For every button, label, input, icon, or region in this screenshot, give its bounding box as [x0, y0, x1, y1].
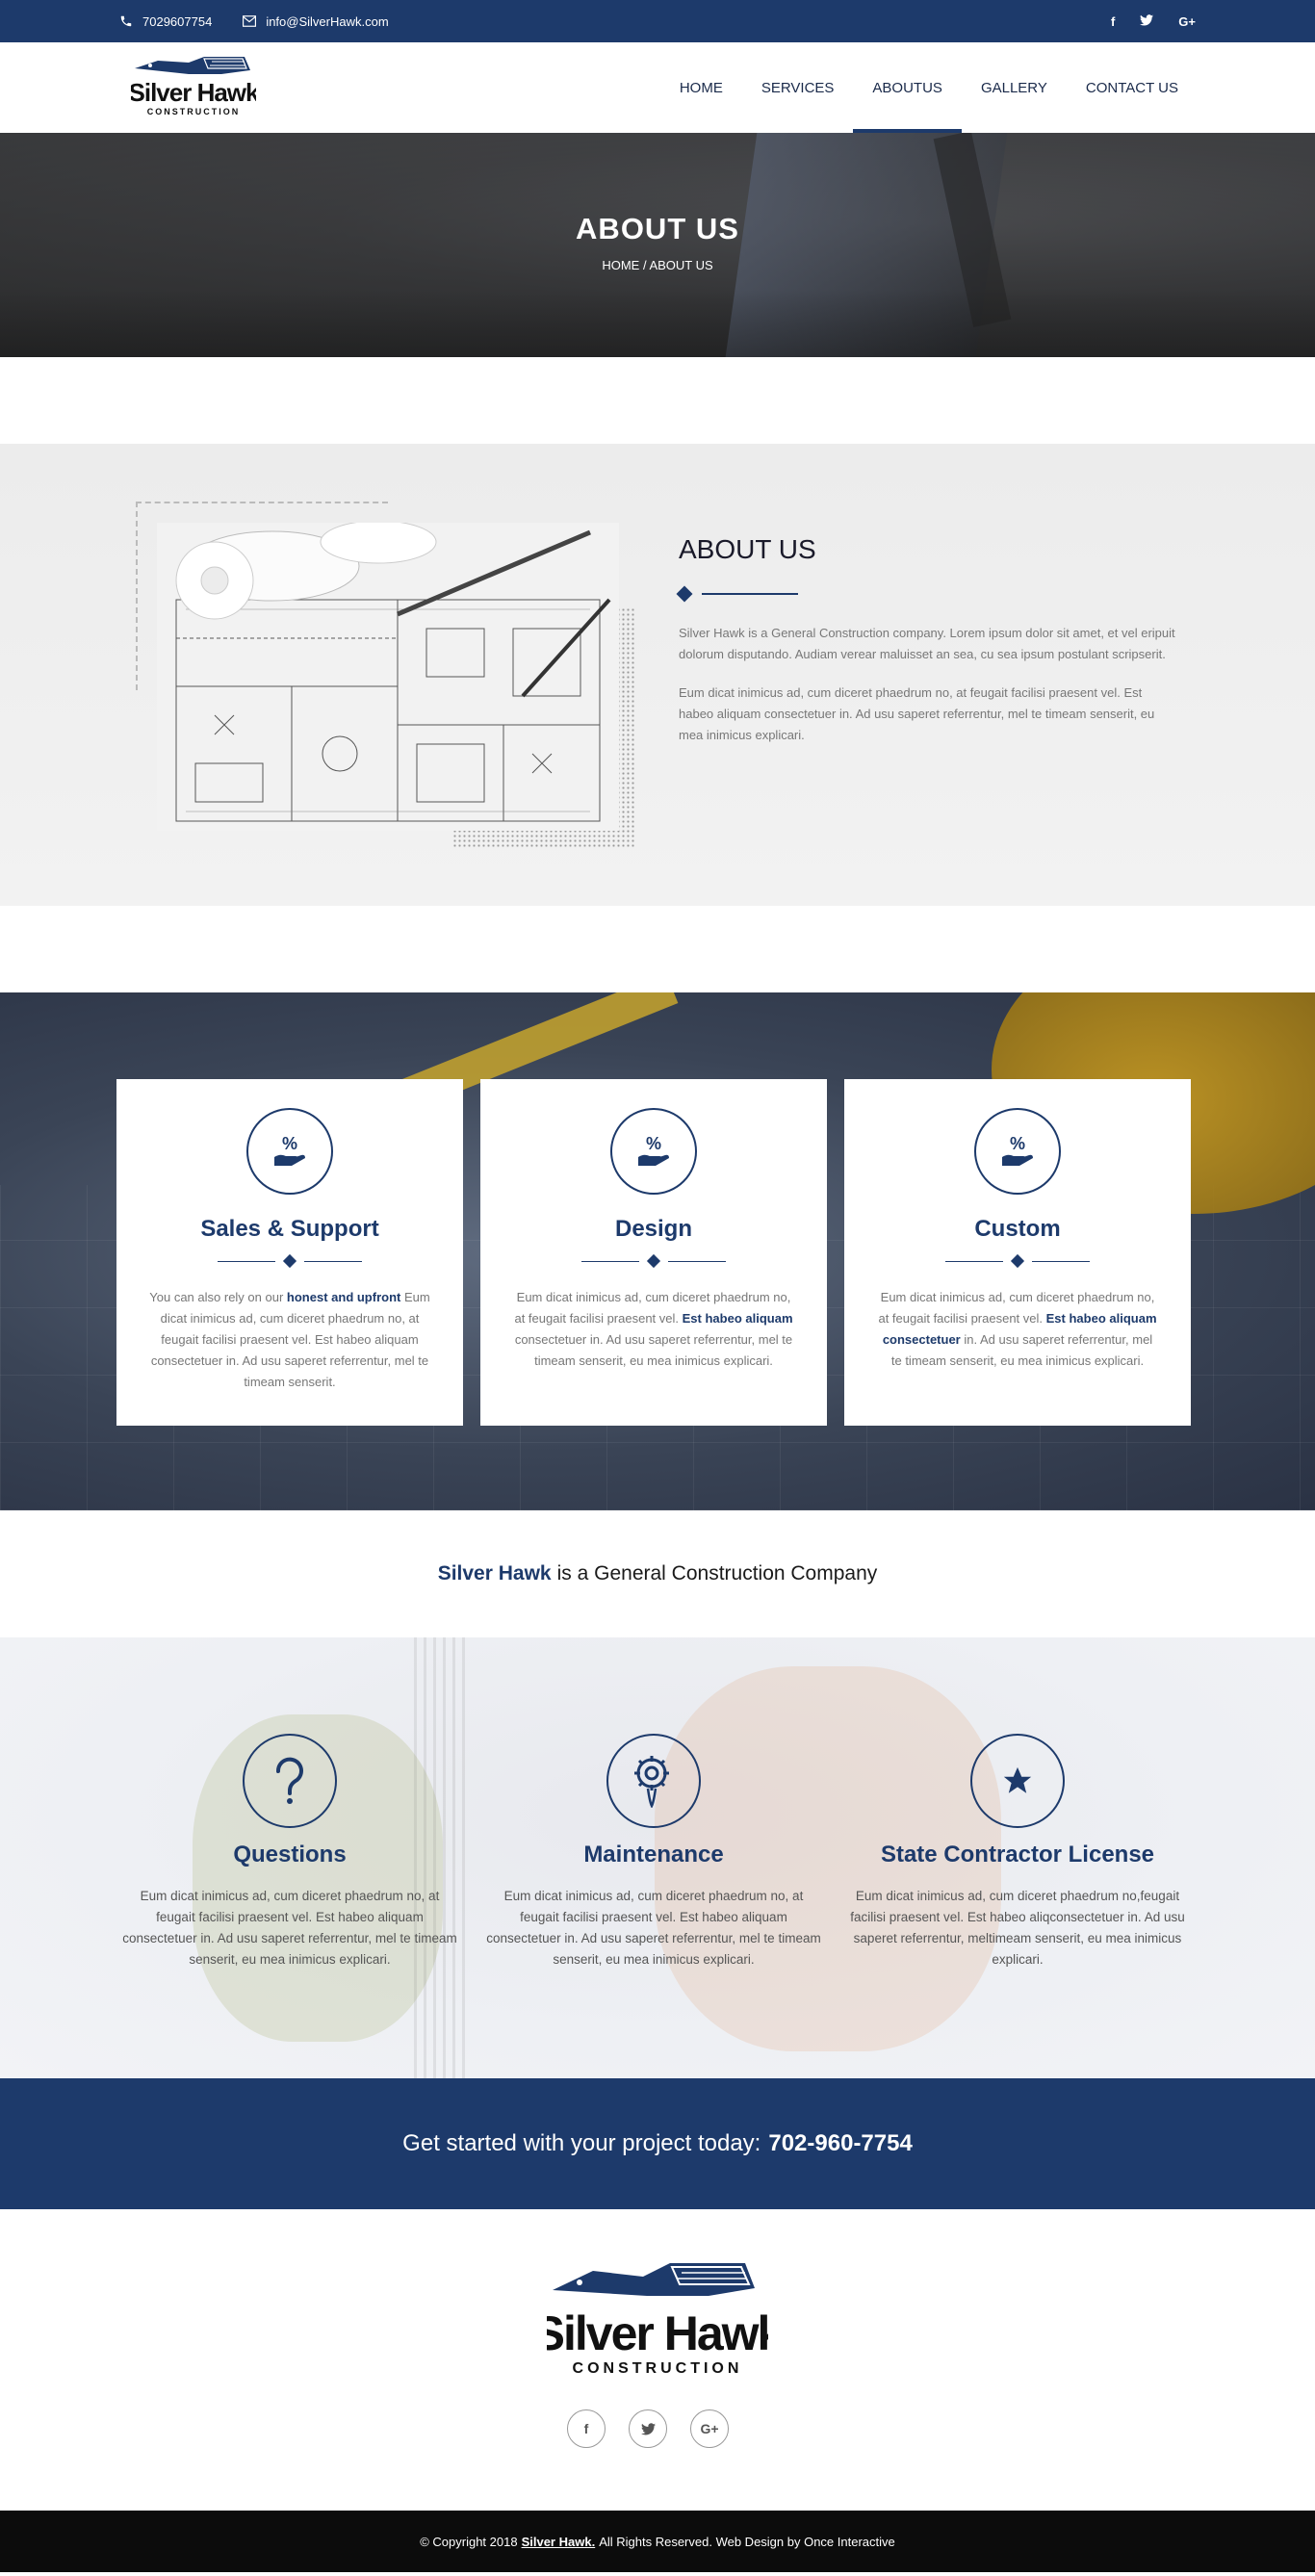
- feature-title: Custom: [974, 1216, 1061, 1242]
- feature-text-bold: Est habeo aliquam: [682, 1311, 793, 1326]
- svg-text:%: %: [646, 1134, 661, 1153]
- about-paragraph-2: Eum dicat inimicus ad, cum diceret phaed…: [679, 685, 1155, 742]
- hawk-logo-icon: Silver Hawk CONSTRUCTION: [131, 57, 256, 116]
- nav-gallery[interactable]: GALLERY: [962, 42, 1067, 133]
- service-item: Questions Eum dicat inimicus ad, cum dic…: [116, 1734, 463, 1971]
- feature-title: Design: [614, 1216, 692, 1242]
- feature-divider: [480, 1253, 827, 1269]
- call-to-action-bar: Get started with your project today: 702…: [0, 2078, 1315, 2209]
- percent-hand-icon: %: [974, 1108, 1061, 1195]
- feature-text: Eum dicat inimicus ad, cum diceret phaed…: [480, 1287, 827, 1372]
- hawk-logo-icon: Silver Hawk CONSTRUCTION: [533, 2263, 786, 2377]
- nav-contact-us[interactable]: CONTACT US: [1067, 42, 1198, 133]
- feature-divider: [844, 1253, 1191, 1269]
- company-tagline: Silver Hawk is a General Construction Co…: [0, 1510, 1315, 1637]
- phone-icon: [120, 15, 132, 27]
- about-heading: ABOUT US: [679, 534, 816, 564]
- facebook-icon[interactable]: f: [567, 2409, 606, 2448]
- percent-hand-icon: %: [246, 1108, 333, 1195]
- service-text: Eum dicat inimicus ad, cum diceret phaed…: [122, 1889, 457, 1967]
- feature-card: % Design Eum dicat inimicus ad, cum dice…: [480, 1079, 827, 1426]
- service-text: Eum dicat inimicus ad, cum diceret phaed…: [850, 1889, 1185, 1967]
- phone-contact[interactable]: 7029607754: [119, 14, 212, 29]
- copyright-link[interactable]: Silver Hawk.: [522, 2535, 596, 2549]
- header-logo[interactable]: Silver Hawk CONSTRUCTION: [131, 53, 256, 122]
- tagline-rest: is a General Construction Company: [556, 1562, 878, 1584]
- svg-text:%: %: [282, 1134, 297, 1153]
- google-plus-icon[interactable]: G+: [690, 2409, 729, 2448]
- question-icon: [243, 1734, 337, 1828]
- diamond-icon: [646, 1253, 661, 1269]
- feature-divider: [116, 1253, 463, 1269]
- site-header: Silver Hawk CONSTRUCTION HOME SERVICES A…: [0, 42, 1315, 133]
- blueprint-image: [157, 523, 619, 831]
- star-icon: [970, 1734, 1065, 1828]
- twitter-icon[interactable]: [1140, 13, 1154, 29]
- about-section: ABOUT US Silver Hawk is a General Constr…: [0, 444, 1315, 906]
- nav-aboutus[interactable]: ABOUTUS: [853, 42, 962, 133]
- service-title: State Contractor License: [880, 1842, 1155, 1868]
- diamond-icon: [282, 1253, 297, 1269]
- cta-text: Get started with your project today:: [402, 2130, 761, 2156]
- top-socials: f G+: [1111, 14, 1196, 29]
- svg-text:%: %: [1010, 1134, 1025, 1153]
- main-nav: HOME SERVICES ABOUTUS GALLERY CONTACT US: [660, 42, 1198, 133]
- page-title: ABOUT US: [576, 212, 739, 245]
- footer-logo-subline: CONSTRUCTION: [573, 2360, 743, 2377]
- divider-line: [702, 593, 798, 595]
- top-bar: 7029607754 info@SilverHawk.com f G+: [0, 0, 1315, 42]
- page-banner: ABOUT US HOME / ABOUT US: [0, 133, 1315, 357]
- twitter-icon[interactable]: [629, 2409, 667, 2448]
- service-title: Questions: [233, 1842, 347, 1868]
- site-footer: Silver Hawk CONSTRUCTION f G+: [0, 2209, 1315, 2511]
- breadcrumb: HOME / ABOUT US: [602, 258, 713, 272]
- copyright-post: All Rights Reserved. Web Design by Once …: [599, 2534, 895, 2549]
- about-text: ABOUT US Silver Hawk is a General Constr…: [676, 534, 1179, 763]
- logo-wordmark: Silver Hawk: [131, 78, 256, 107]
- banner-text: ABOUT US HOME / ABOUT US: [0, 212, 1315, 272]
- feature-text: Eum dicat inimicus ad, cum diceret phaed…: [844, 1287, 1191, 1372]
- cta-phone-link[interactable]: 702-960-7754: [768, 2130, 912, 2157]
- mail-icon: [243, 15, 257, 27]
- service-items: Questions Eum dicat inimicus ad, cum dic…: [116, 1734, 1191, 1971]
- feature-card: % Custom Eum dicat inimicus ad, cum dice…: [844, 1079, 1191, 1426]
- feature-text-pre: You can also rely on our: [149, 1290, 284, 1304]
- about-divider: [676, 585, 1179, 603]
- google-plus-icon[interactable]: G+: [1178, 14, 1196, 29]
- feature-cards: % Sales & Support You can also rely on o…: [116, 1079, 1191, 1426]
- service-title: Maintenance: [583, 1842, 724, 1868]
- feature-card: % Sales & Support You can also rely on o…: [116, 1079, 463, 1426]
- feature-text-post: consectetuer in. Ad usu saperet referren…: [514, 1332, 793, 1368]
- banner-ground-shade: [0, 290, 1315, 357]
- logo-subline: CONSTRUCTION: [147, 107, 241, 116]
- footer-logo-wordmark: Silver Hawk: [547, 2306, 768, 2360]
- feature-text-post: Eum dicat inimicus ad, cum diceret phaed…: [150, 1290, 430, 1389]
- about-paragraph-1: Silver Hawk is a General Construction co…: [679, 626, 1175, 661]
- diamond-icon: [676, 585, 693, 603]
- service-item: State Contractor License Eum dicat inimi…: [844, 1734, 1191, 1971]
- gear-icon: [606, 1734, 701, 1828]
- email-text: info@SilverHawk.com: [266, 13, 389, 29]
- service-item: Maintenance Eum dicat inimicus ad, cum d…: [480, 1734, 827, 1971]
- service-text: Eum dicat inimicus ad, cum diceret phaed…: [486, 1889, 821, 1967]
- diamond-icon: [1010, 1253, 1025, 1269]
- percent-hand-icon: %: [610, 1108, 697, 1195]
- top-contacts: 7029607754 info@SilverHawk.com: [119, 14, 389, 29]
- phone-text: 7029607754: [142, 13, 213, 29]
- feature-title: Sales & Support: [200, 1216, 379, 1242]
- facebook-icon[interactable]: f: [1111, 14, 1115, 29]
- copyright-bar: © Copyright 2018 Silver Hawk. All Rights…: [0, 2511, 1315, 2572]
- nav-services[interactable]: SERVICES: [742, 42, 854, 133]
- footer-socials: f G+: [567, 2409, 729, 2448]
- footer-logo[interactable]: Silver Hawk CONSTRUCTION: [533, 2257, 786, 2387]
- email-contact[interactable]: info@SilverHawk.com: [243, 13, 389, 29]
- feature-text-bold: honest and upfront: [286, 1290, 401, 1304]
- nav-home[interactable]: HOME: [660, 42, 742, 133]
- services-section: Questions Eum dicat inimicus ad, cum dic…: [0, 1637, 1315, 2078]
- tagline-brand: Silver Hawk: [437, 1562, 552, 1584]
- copyright-pre: © Copyright 2018: [420, 2534, 518, 2549]
- feature-text: You can also rely on our honest and upfr…: [116, 1287, 463, 1393]
- features-section: % Sales & Support You can also rely on o…: [0, 992, 1315, 1510]
